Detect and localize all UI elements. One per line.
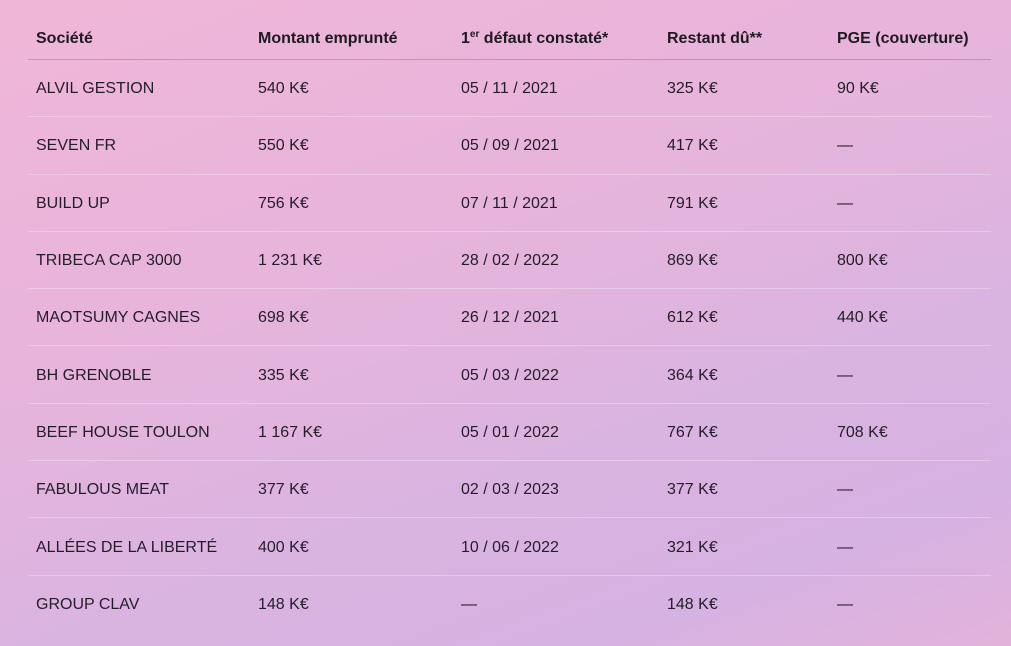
- table-row: ALVIL GESTION 540 K€ 05 / 11 / 2021 325 K€ 9…: [28, 60, 991, 118]
- header-pge-couverture: PGE (couverture): [837, 29, 969, 47]
- cell-montant-emprunte: 1 167 K€: [258, 423, 323, 441]
- cell-societe: FABULOUS MEAT: [36, 481, 170, 499]
- cell-restant-du: 869 K€: [667, 252, 718, 270]
- table-row: BUILD UP 756 K€ 07 / 11 / 2021 791 K€ —: [28, 175, 991, 232]
- cell-premier-defaut: 05 / 03 / 2022: [461, 366, 559, 384]
- cell-montant-emprunte: 550 K€: [258, 137, 309, 155]
- table-row: GROUP CLAV 148 K€ — 148 K€ —: [28, 576, 991, 632]
- cell-restant-du: 417 K€: [667, 137, 718, 155]
- cell-premier-defaut: 28 / 02 / 2022: [461, 252, 559, 270]
- table-header-row: Société Montant emprunté 1er défaut cons…: [28, 18, 991, 60]
- cell-restant-du: 321 K€: [667, 538, 718, 556]
- cell-pge-couverture: —: [837, 137, 853, 155]
- cell-montant-emprunte: 540 K€: [258, 80, 309, 98]
- cell-premier-defaut: 05 / 09 / 2021: [461, 137, 559, 155]
- table-row: MAOTSUMY CAGNES 698 K€ 26 / 12 / 2021 612 K…: [28, 289, 991, 347]
- table-row: BEEF HOUSE TOULON 1 167 K€ 05 / 01 / 2022 7…: [28, 404, 991, 462]
- cell-societe: GROUP CLAV: [36, 595, 140, 613]
- cell-societe: TRIBECA CAP 3000: [36, 252, 182, 270]
- loans-table: Société Montant emprunté 1er défaut cons…: [28, 18, 991, 632]
- cell-premier-defaut: —: [461, 595, 477, 613]
- table-row: SEVEN FR 550 K€ 05 / 09 / 2021 417 K€ —: [28, 117, 991, 175]
- cell-montant-emprunte: 756 K€: [258, 194, 309, 212]
- cell-pge-couverture: 440 K€: [837, 309, 888, 327]
- cell-pge-couverture: —: [837, 595, 853, 613]
- cell-premier-defaut: 26 / 12 / 2021: [461, 309, 559, 327]
- header-societe: Société: [36, 29, 93, 47]
- cell-premier-defaut: 02 / 03 / 2023: [461, 481, 559, 499]
- cell-societe: BUILD UP: [36, 194, 110, 212]
- cell-montant-emprunte: 335 K€: [258, 366, 309, 384]
- table-body: ALVIL GESTION 540 K€ 05 / 11 / 2021 325 K€ 9…: [28, 60, 991, 632]
- cell-pge-couverture: 90 K€: [837, 80, 879, 98]
- cell-montant-emprunte: 400 K€: [258, 538, 309, 556]
- cell-montant-emprunte: 148 K€: [258, 595, 309, 613]
- table-row: FABULOUS MEAT 377 K€ 02 / 03 / 2023 377 K€ —: [28, 461, 991, 519]
- cell-societe: BH GRENOBLE: [36, 366, 152, 384]
- cell-restant-du: 364 K€: [667, 366, 718, 384]
- cell-restant-du: 767 K€: [667, 423, 718, 441]
- table-row: BH GRENOBLE 335 K€ 05 / 03 / 2022 364 K€ —: [28, 346, 991, 404]
- header-premier-defaut: 1er défaut constaté*: [461, 28, 609, 47]
- header-montant-emprunte: Montant emprunté: [258, 29, 398, 47]
- cell-societe: MAOTSUMY CAGNES: [36, 309, 201, 327]
- cell-premier-defaut: 05 / 11 / 2021: [461, 80, 558, 98]
- header-restant-du: Restant dû**: [667, 29, 763, 47]
- cell-premier-defaut: 10 / 06 / 2022: [461, 538, 559, 556]
- cell-montant-emprunte: 377 K€: [258, 481, 309, 499]
- cell-pge-couverture: —: [837, 481, 853, 499]
- cell-pge-couverture: 708 K€: [837, 423, 888, 441]
- cell-pge-couverture: —: [837, 366, 853, 384]
- cell-montant-emprunte: 698 K€: [258, 309, 309, 327]
- cell-societe: ALVIL GESTION: [36, 80, 155, 98]
- cell-pge-couverture: 800 K€: [837, 252, 888, 270]
- cell-restant-du: 325 K€: [667, 80, 718, 98]
- cell-montant-emprunte: 1 231 K€: [258, 252, 323, 270]
- cell-premier-defaut: 05 / 01 / 2022: [461, 423, 559, 441]
- cell-societe: ALLÉES DE LA LIBERTÉ: [36, 538, 218, 556]
- cell-pge-couverture: —: [837, 538, 853, 556]
- cell-pge-couverture: —: [837, 194, 853, 212]
- table-row: ALLÉES DE LA LIBERTÉ 400 K€ 10 / 06 / 2022…: [28, 518, 991, 576]
- cell-restant-du: 612 K€: [667, 309, 718, 327]
- cell-restant-du: 148 K€: [667, 595, 718, 613]
- cell-restant-du: 791 K€: [667, 194, 718, 212]
- cell-societe: SEVEN FR: [36, 137, 117, 155]
- cell-societe: BEEF HOUSE TOULON: [36, 423, 210, 441]
- cell-premier-defaut: 07 / 11 / 2021: [461, 194, 558, 212]
- cell-restant-du: 377 K€: [667, 481, 718, 499]
- table-row: TRIBECA CAP 3000 1 231 K€ 28 / 02 / 2022 86…: [28, 232, 991, 290]
